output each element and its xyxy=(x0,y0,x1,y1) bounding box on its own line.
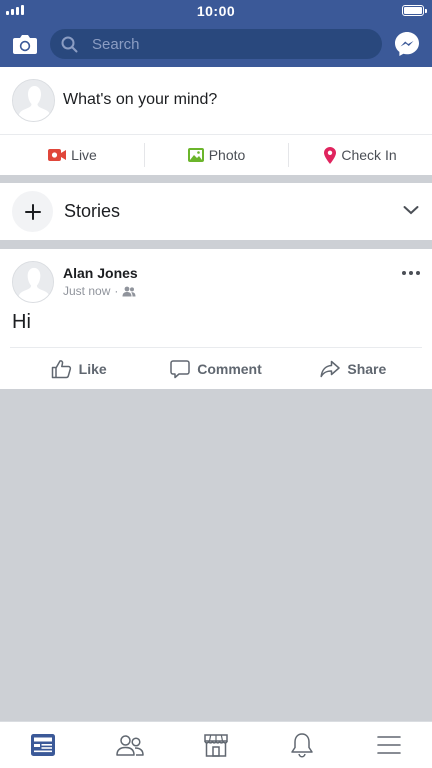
news-feed-icon xyxy=(31,734,56,756)
add-story-button[interactable] xyxy=(12,191,53,232)
dot-separator: · xyxy=(114,284,119,298)
tab-marketplace[interactable] xyxy=(173,722,259,768)
search-input[interactable]: Search xyxy=(92,36,140,53)
friends-audience-icon[interactable] xyxy=(122,286,136,297)
composer-card: What's on your mind? Live Photo Check In xyxy=(0,67,432,175)
search-bar[interactable]: Search xyxy=(50,29,382,59)
top-bar: 10:00 Search xyxy=(0,0,432,67)
post-card: Alan Jones Just now · Hi Like Comment Sh… xyxy=(0,249,432,389)
camera-icon[interactable] xyxy=(12,32,38,56)
post-text: Hi xyxy=(12,311,31,333)
friends-icon xyxy=(115,735,144,756)
avatar[interactable] xyxy=(12,261,54,303)
photo-label: Photo xyxy=(208,147,246,163)
check-in-button[interactable]: Check In xyxy=(288,135,432,175)
location-pin-icon xyxy=(324,146,337,164)
messenger-icon[interactable] xyxy=(393,30,421,58)
more-options-button[interactable] xyxy=(402,271,420,275)
like-button[interactable]: Like xyxy=(10,348,147,389)
dot xyxy=(402,271,406,275)
live-label: Live xyxy=(71,147,97,163)
status-time: 10:00 xyxy=(196,3,236,19)
post-meta: Just now · xyxy=(63,284,136,298)
dot xyxy=(409,271,413,275)
photo-button[interactable]: Photo xyxy=(144,135,288,175)
battery-icon xyxy=(402,5,427,16)
share-button[interactable]: Share xyxy=(285,348,422,389)
tab-friends[interactable] xyxy=(86,722,172,768)
stories-title: Stories xyxy=(64,201,121,221)
default-avatar-icon xyxy=(13,80,54,121)
tab-notifications[interactable] xyxy=(259,722,345,768)
avatar[interactable] xyxy=(12,79,55,122)
comment-label: Comment xyxy=(197,360,262,377)
share-icon xyxy=(320,360,341,377)
photo-icon xyxy=(187,148,204,162)
menu-icon xyxy=(377,736,401,754)
stories-card[interactable]: Stories xyxy=(0,183,432,240)
composer-actions: Live Photo Check In xyxy=(0,134,432,175)
comment-icon xyxy=(170,359,190,378)
thumbs-up-icon xyxy=(51,359,71,378)
like-label: Like xyxy=(78,360,107,377)
dot xyxy=(416,271,420,275)
plus-icon xyxy=(24,203,41,220)
post-author[interactable]: Alan Jones xyxy=(63,265,138,281)
tab-news-feed[interactable] xyxy=(0,722,86,768)
check-in-label: Check In xyxy=(341,147,397,163)
bottom-tab-bar xyxy=(0,721,432,768)
default-avatar-icon xyxy=(13,262,53,302)
comment-button[interactable]: Comment xyxy=(147,348,284,389)
chevron-down-icon[interactable] xyxy=(403,205,419,215)
notifications-icon xyxy=(291,733,314,758)
status-bar: 10:00 xyxy=(0,0,432,22)
tab-menu[interactable] xyxy=(346,722,432,768)
marketplace-icon xyxy=(204,734,228,757)
search-icon xyxy=(61,36,78,53)
post-actions: Like Comment Share xyxy=(10,347,422,389)
share-label: Share xyxy=(347,360,387,377)
live-button[interactable]: Live xyxy=(0,135,144,175)
post-timestamp[interactable]: Just now xyxy=(63,284,110,298)
status-prompt[interactable]: What's on your mind? xyxy=(63,91,217,109)
live-video-icon xyxy=(48,149,67,161)
